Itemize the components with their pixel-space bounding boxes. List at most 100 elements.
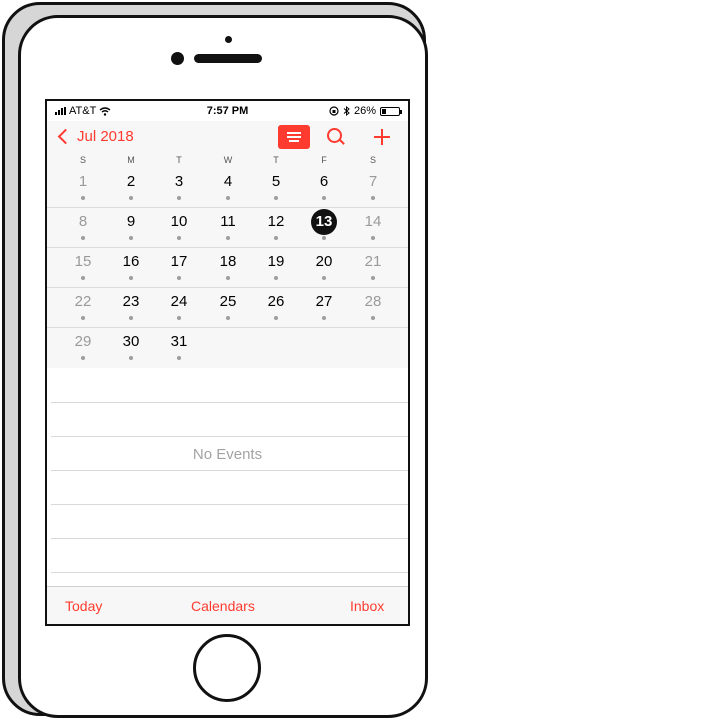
no-events-label: No Events [192,446,263,463]
home-button[interactable] [193,634,261,702]
battery-percent: 26% [353,105,376,117]
event-dot [81,196,85,200]
chevron-left-icon [57,128,74,145]
day-cell[interactable]: 24 [155,287,203,327]
weekday-label: T [273,155,279,165]
status-bar: AT&T 7:57 PM 26% [47,101,408,121]
day-cell[interactable]: 19 [252,247,300,287]
day-cell-today[interactable]: 13 [300,207,348,247]
day-cell[interactable]: 31 [155,327,203,367]
day-cell[interactable]: 14 [349,207,397,247]
day-cell[interactable]: 2 [107,167,155,207]
tab-inbox[interactable]: Inbox [350,598,384,614]
day-number: 15 [74,253,92,270]
day-number: 14 [364,213,382,230]
day-number: 18 [219,253,237,270]
battery-icon [380,106,402,116]
day-cell[interactable]: 27 [300,287,348,327]
status-right: 26% [329,105,402,117]
event-dot [274,236,278,240]
day-cell[interactable]: 10 [155,207,203,247]
event-dot [226,316,230,320]
day-cell[interactable]: 22 [59,287,107,327]
tab-bar: Today Calendars Inbox [47,586,408,624]
row-divider [51,470,408,471]
tab-today[interactable]: Today [65,598,102,614]
event-dot [177,236,181,240]
events-list: No Events [47,368,408,586]
weekday-label: S [79,155,86,165]
event-dot [226,236,230,240]
day-cell[interactable]: 12 [252,207,300,247]
day-number: 12 [267,213,285,230]
day-cell[interactable]: 9 [107,207,155,247]
week-separator [47,327,408,328]
row-divider [51,538,408,539]
weekday-label: T [176,155,182,165]
back-to-month-button[interactable]: Jul 2018 [57,128,134,145]
row-divider [51,402,408,403]
day-number: 4 [223,173,233,190]
event-dot [81,316,85,320]
day-number: 5 [271,173,281,190]
day-number: 8 [78,213,88,230]
day-number: 25 [219,293,237,310]
day-cell[interactable]: 3 [155,167,203,207]
add-event-icon[interactable] [372,127,392,147]
row-divider [51,504,408,505]
day-cell[interactable]: 16 [107,247,155,287]
day-cell[interactable]: 28 [349,287,397,327]
day-cell[interactable]: 11 [204,207,252,247]
search-icon[interactable] [327,128,345,146]
orientation-lock-icon [329,106,339,116]
day-number: 3 [174,173,184,190]
event-dot [177,196,181,200]
event-dot [177,276,181,280]
day-cell[interactable]: 4 [204,167,252,207]
event-dot [371,276,375,280]
day-number: 24 [170,293,188,310]
day-cell[interactable]: 5 [252,167,300,207]
day-cell[interactable]: 18 [204,247,252,287]
event-dot [226,196,230,200]
day-number: 29 [74,333,92,350]
day-number: 16 [122,253,140,270]
event-dot [129,196,133,200]
day-number: 21 [364,253,382,270]
day-cell[interactable]: 30 [107,327,155,367]
day-number: 28 [364,293,382,310]
tab-calendars[interactable]: Calendars [191,598,255,614]
day-cell[interactable]: 6 [300,167,348,207]
row-divider [51,436,408,437]
day-number: 19 [267,253,285,270]
month-grid: 1 2 3 4 5 6 7 8 9 10 11 12 13 14 15 16 17 18 19 20 21 22 23 24 2… [47,167,408,368]
day-number: 7 [368,173,378,190]
day-number: 26 [267,293,285,310]
day-cell[interactable]: 1 [59,167,107,207]
event-dot [81,236,85,240]
day-cell[interactable]: 29 [59,327,107,367]
event-dot [81,276,85,280]
weekday-label: M [127,155,135,165]
day-number: 31 [170,333,188,350]
day-cell[interactable]: 8 [59,207,107,247]
list-view-toggle[interactable] [278,125,310,149]
day-number: 22 [74,293,92,310]
day-cell[interactable]: 26 [252,287,300,327]
navigation-bar: Jul 2018 [47,121,408,153]
day-cell[interactable]: 15 [59,247,107,287]
event-dot [371,316,375,320]
day-number: 23 [122,293,140,310]
day-cell[interactable]: 23 [107,287,155,327]
event-dot [129,236,133,240]
weekday-header: SMTWTFS [47,153,408,167]
day-cell[interactable]: 21 [349,247,397,287]
day-cell[interactable]: 20 [300,247,348,287]
day-number: 10 [170,213,188,230]
bluetooth-icon [343,106,350,116]
day-cell[interactable]: 7 [349,167,397,207]
day-number: 13 [315,213,333,230]
day-cell[interactable]: 25 [204,287,252,327]
day-cell[interactable]: 17 [155,247,203,287]
weekday-label: S [369,155,376,165]
